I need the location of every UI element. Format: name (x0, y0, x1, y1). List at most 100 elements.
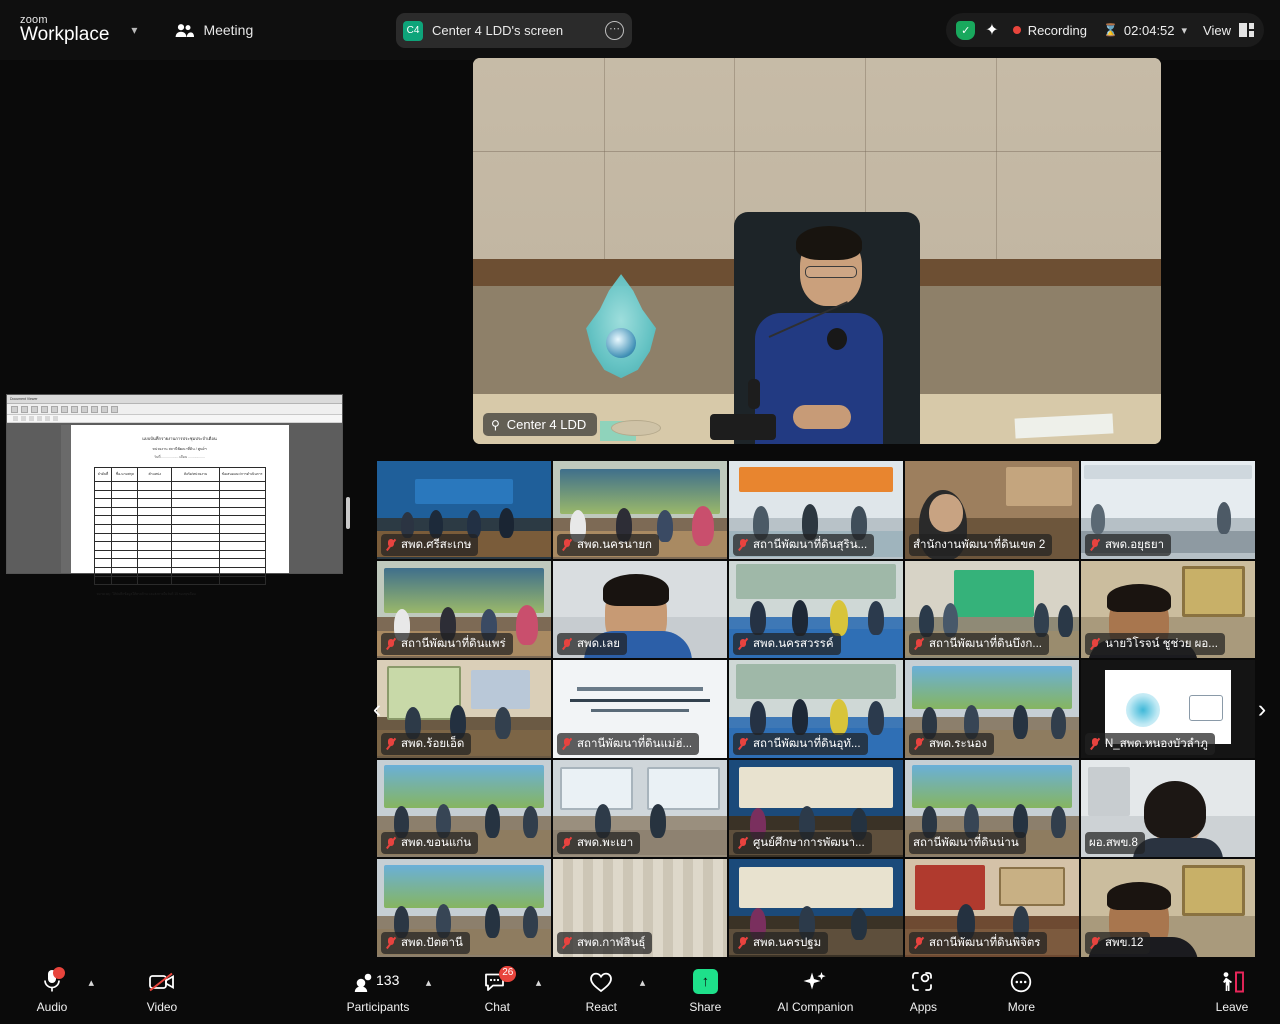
participant-name-badge: สถานีพัฒนาที่ดินสุริน... (733, 533, 875, 556)
participants-button[interactable]: 133 Participants ▴ (347, 968, 432, 1014)
participant-name-label: สพด.ศรีสะเกษ (401, 538, 472, 551)
chevron-left-icon[interactable]: ‹ (366, 694, 388, 724)
table-row (93, 498, 266, 508)
document-date-line: วันที่ .................. เดือน ........… (154, 454, 205, 459)
share-button[interactable]: ↑ Share (679, 968, 731, 1014)
participant-tile[interactable]: สพด.เลย (552, 559, 728, 659)
chevron-up-icon[interactable]: ▴ (536, 976, 542, 989)
ai-companion-button-label: AI Companion (777, 1000, 854, 1014)
chevron-down-icon[interactable]: ▾ (131, 23, 137, 37)
microphone-muted-icon (385, 936, 396, 949)
layout-view-icon[interactable] (1239, 23, 1254, 37)
participant-tile[interactable]: สำนักงานพัฒนาที่ดินเขต 2 (904, 460, 1080, 560)
participant-name-label: สพด.อยุธยา (1105, 538, 1165, 551)
meeting-tab[interactable]: Meeting (175, 22, 253, 38)
participant-tile[interactable]: สพด.กาฬสินธุ์ (552, 858, 728, 958)
shared-screen-thumbnail[interactable]: Document Viewer แบบบันทึกรายงานการประชุม… (6, 394, 343, 596)
participant-tile[interactable]: สถานีพัฒนาที่ดินแม่ฮ่... (552, 659, 728, 759)
chevron-up-icon[interactable]: ▴ (640, 976, 646, 989)
participant-name-label: สถานีพัฒนาที่ดินแพร่ (401, 638, 506, 650)
audio-button-label: Audio (36, 1000, 68, 1014)
participant-tile[interactable]: สพด.พะเยา (552, 758, 728, 858)
microphone-muted-icon (1089, 737, 1100, 750)
thumbnail-scrollbar[interactable] (346, 497, 350, 529)
view-button-label[interactable]: View (1203, 23, 1231, 38)
microphone-muted-icon (737, 737, 748, 750)
react-button[interactable]: React ▴ (575, 968, 645, 1014)
participant-tile[interactable]: นายวิโรจน์ ชูช่วย ผอ... (1080, 559, 1256, 659)
participant-name-badge: สพด.เลย (557, 633, 627, 655)
participant-tile[interactable]: สถานีพัฒนาที่ดินบึงก... (904, 559, 1080, 659)
table-row (93, 566, 266, 577)
header-status-group: ✓ ✦ Recording ⌛ 02:04:52 ▾ View (946, 13, 1264, 47)
participant-tile[interactable]: ผอ.สพข.8 (1080, 758, 1256, 858)
ai-companion-button[interactable]: AI Companion (777, 968, 853, 1014)
microphone-muted-icon (913, 638, 924, 651)
leave-button-label: Leave (1215, 1000, 1249, 1014)
more-button[interactable]: More (995, 968, 1047, 1014)
chevron-up-icon[interactable]: ▴ (88, 976, 94, 989)
audio-button[interactable]: Audio ▴ (26, 967, 94, 1014)
participant-name-badge: สพด.ปัตตานี (381, 931, 470, 954)
participant-tile[interactable]: สพด.ระนอง (904, 659, 1080, 759)
ai-sparkle-icon[interactable]: ✦ (985, 20, 998, 40)
participant-tile[interactable]: สถานีพัฒนาที่ดินพิจิตร (904, 858, 1080, 958)
participant-name-label: สพด.เลย (577, 638, 620, 650)
heart-icon (588, 968, 614, 994)
participant-tile[interactable]: สพด.ขอนแก่น (376, 758, 552, 858)
participant-tile[interactable]: สถานีพัฒนาที่ดินแพร่ (376, 559, 552, 659)
document-title-line1: แบบบันทึกรายงานการประชุมประจำเดือน (142, 436, 217, 441)
chat-icon: 26 (484, 966, 517, 994)
table-row (93, 558, 266, 568)
leave-meeting-icon (1218, 968, 1246, 994)
active-speaker-video[interactable]: ⚲ Center 4 LDD (473, 58, 1161, 444)
thumbnail-toolbar (7, 404, 342, 415)
microphone-muted-icon (737, 837, 748, 850)
participant-tile[interactable]: N_สพด.หนองบัวลำภู (1080, 659, 1256, 759)
shared-screen-pill[interactable]: C4 Center 4 LDD's screen ⋯ (396, 13, 632, 48)
apps-button-label: Apps (909, 1000, 938, 1014)
thumbnail-window-title: Document Viewer (10, 397, 38, 401)
more-options-icon[interactable]: ⋯ (605, 21, 624, 40)
microphone-muted-icon (385, 538, 396, 551)
microphone-muted-icon (913, 737, 924, 750)
speaker-name-badge: ⚲ Center 4 LDD (483, 413, 598, 436)
participant-tile[interactable]: สพด.นครนายก (552, 460, 728, 560)
participant-tile[interactable]: สพด.ร้อยเอ็ด (376, 659, 552, 759)
microphone-muted-icon (385, 638, 396, 651)
chat-button[interactable]: 26 Chat ▴ (471, 966, 541, 1014)
avatar: C4 (403, 20, 423, 41)
participant-name-badge: N_สพด.หนองบัวลำภู (1085, 732, 1215, 755)
participant-tile[interactable]: สพด.นครปฐม (728, 858, 904, 958)
participant-name-badge: สพด.นครสวรรค์ (733, 633, 841, 655)
shield-check-icon[interactable]: ✓ (956, 20, 976, 40)
chevron-down-icon[interactable]: ▾ (1182, 24, 1188, 37)
chevron-up-icon[interactable]: ▴ (426, 976, 432, 989)
participant-tile[interactable]: สถานีพัฒนาที่ดินสุริน... (728, 460, 904, 560)
microphone-muted-icon (737, 638, 748, 651)
participant-tile[interactable]: ศูนย์ศึกษาการพัฒนา... (728, 758, 904, 858)
participant-tile[interactable]: สพด.อยุธยา (1080, 460, 1256, 560)
chevron-right-icon[interactable]: › (1251, 694, 1273, 724)
participant-gallery: สพด.ศรีสะเกษ สพด.นครนายก สถานีพัฒนาที่ดินส… (376, 460, 1258, 958)
participant-tile[interactable]: สพด.ศรีสะเกษ (376, 460, 552, 560)
video-desk-microphone-stand (748, 379, 761, 410)
participant-tile[interactable]: สพด.นครสวรรค์ (728, 559, 904, 659)
participant-name-label: ศูนย์ศึกษาการพัฒนา... (753, 837, 865, 849)
video-button[interactable]: Video (136, 968, 188, 1014)
table-header-row: ลำดับที่ ชื่อ-นามสกุล ตำแหน่ง สังกัด/หน่… (93, 466, 266, 482)
brand-workplace-text: Workplace (20, 24, 110, 46)
svg-text:133: 133 (376, 972, 400, 988)
participant-name-label: สถานีพัฒนาที่ดินบึงก... (929, 638, 1042, 650)
participant-tile[interactable]: สถานีพัฒนาที่ดินน่าน (904, 758, 1080, 858)
microphone-muted-icon (737, 936, 748, 949)
apps-button[interactable]: Apps (897, 968, 949, 1014)
participant-name-badge: สถานีพัฒนาที่ดินน่าน (909, 832, 1026, 854)
participant-tile[interactable]: สพด.ปัตตานี (376, 858, 552, 958)
participant-name-badge: สพด.นครปฐม (733, 931, 829, 954)
participant-name-label: สพด.ขอนแก่น (401, 837, 472, 849)
leave-button[interactable]: Leave (1206, 968, 1258, 1014)
participant-tile[interactable]: สถานีพัฒนาที่ดินอุทั... (728, 659, 904, 759)
participant-tile[interactable]: สพข.12 (1080, 858, 1256, 958)
table-col-header: ชื่อ-นามสกุล (111, 466, 139, 482)
